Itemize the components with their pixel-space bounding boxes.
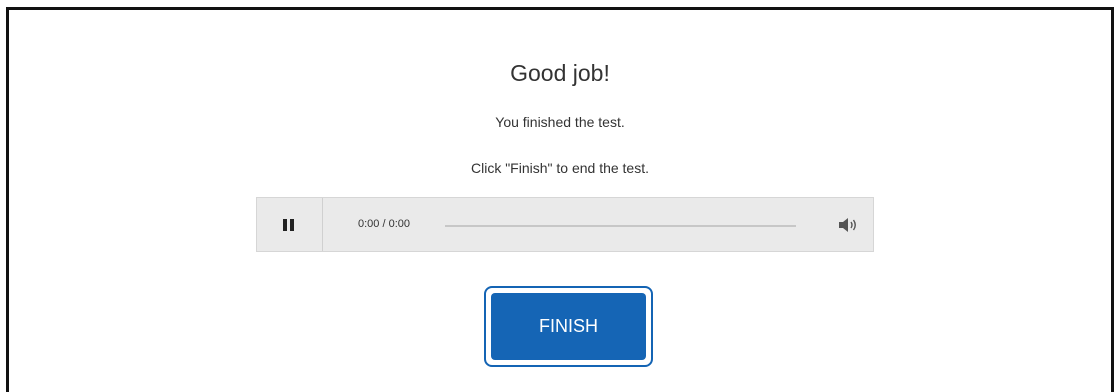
page-heading: Good job!: [510, 60, 610, 86]
volume-icon: [839, 218, 856, 232]
time-display: 0:00 / 0:00: [358, 218, 410, 230]
instruction-message: Click "Finish" to end the test.: [470, 160, 649, 176]
content-frame: Good job! You finished the test. Click "…: [6, 7, 1114, 392]
pause-button[interactable]: [257, 198, 323, 251]
finish-button-focus-ring: FINISH: [484, 286, 653, 367]
pause-icon: [283, 219, 294, 231]
finish-button[interactable]: FINISH: [491, 293, 646, 360]
completion-message: You finished the test.: [495, 114, 625, 130]
audio-player: 0:00 / 0:00: [256, 197, 874, 252]
seek-bar[interactable]: [445, 225, 796, 227]
volume-button[interactable]: [837, 216, 859, 234]
